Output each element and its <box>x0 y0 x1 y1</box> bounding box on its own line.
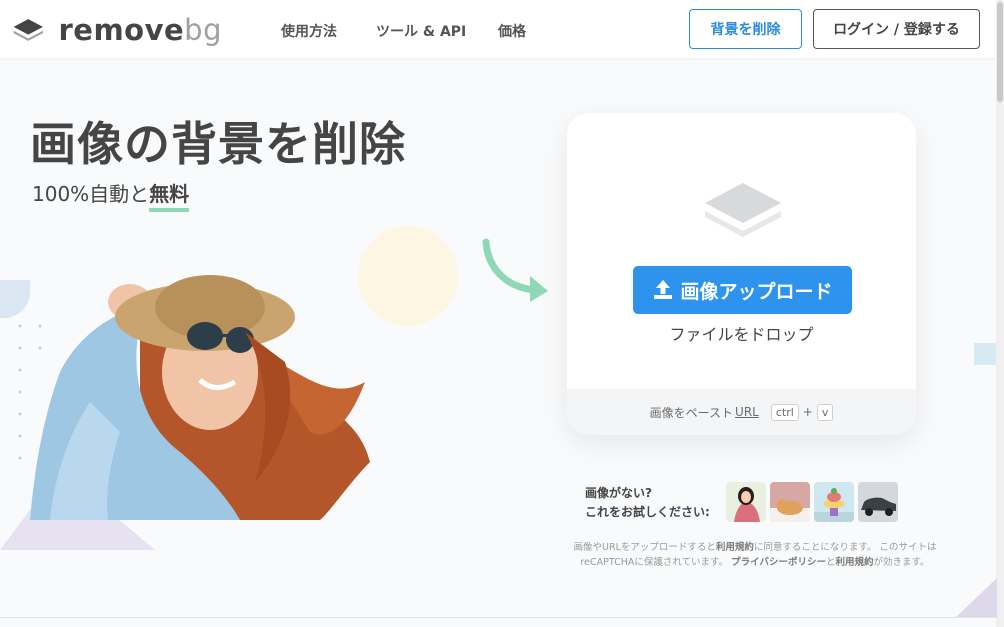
decor-blue-shape <box>0 280 30 318</box>
upload-card[interactable]: 画像アップロード ファイルをドロップ 画像をペースト URL ctrl + v <box>567 113 916 435</box>
samples-label: 画像がない? これをお試しください: <box>585 484 710 522</box>
sample-thumb-cat[interactable] <box>770 482 810 522</box>
page-scrollbar[interactable] <box>996 0 1004 627</box>
hero-woman-photo <box>30 275 370 520</box>
upload-image-button[interactable]: 画像アップロード <box>633 266 852 314</box>
decor-purple-triangle-right <box>955 578 997 618</box>
sample-thumb-car[interactable] <box>858 482 898 522</box>
upload-button-label: 画像アップロード <box>680 280 833 303</box>
layers-logo-icon <box>13 19 43 41</box>
kbd-v: v <box>816 403 834 421</box>
terms-line2: reCAPTCHAに保護されています。 プライバシーポリシーと利用規約が効きます… <box>580 557 930 568</box>
image-layers-icon <box>705 183 781 237</box>
section-divider <box>0 617 996 618</box>
remove-background-button[interactable]: 背景を削除 <box>689 9 802 49</box>
paste-area: 画像をペースト URL ctrl + v <box>567 389 916 435</box>
removebg-logo[interactable]: removebg <box>12 13 222 47</box>
green-arrow-icon <box>482 238 548 302</box>
sample-thumb-cake[interactable] <box>814 482 854 522</box>
top-header: removebg 使用方法 ツール & API 価格 背景を削除 ログイン / … <box>0 0 996 58</box>
login-register-button[interactable]: ログイン / 登録する <box>813 9 980 49</box>
logo-text: removebg <box>58 13 222 47</box>
scrollbar-thumb[interactable] <box>997 2 1003 102</box>
nav-how-to-use[interactable]: 使用方法 <box>281 21 337 41</box>
samples-line2: これをお試しください: <box>585 505 710 519</box>
hero-title: 画像の背景を削除 <box>30 117 406 171</box>
drop-file-text: ファイルをドロップ <box>669 325 814 344</box>
decor-blue-square <box>974 343 996 365</box>
paste-label: 画像をペースト <box>649 405 734 420</box>
subtitle-free-highlight: 無料 <box>149 182 190 212</box>
paste-url-link[interactable]: URL <box>735 405 759 419</box>
upload-icon <box>654 280 673 299</box>
terms-link[interactable]: 利用規約 <box>716 542 754 553</box>
nav-pricing[interactable]: 価格 <box>498 21 526 41</box>
samples-line1: 画像がない? <box>585 486 652 500</box>
kbd-plus: + <box>802 405 813 419</box>
hero-subtitle: 100%自動と無料 <box>32 178 190 212</box>
nav-tools-api[interactable]: ツール & API <box>376 21 466 41</box>
kbd-ctrl: ctrl <box>770 403 799 421</box>
sample-thumb-woman[interactable] <box>726 482 766 522</box>
subtitle-prefix: 100%自動と <box>32 182 150 206</box>
terms-link-2[interactable]: 利用規約 <box>835 557 873 568</box>
terms-line1: 画像やURLをアップロードすると利用規約に同意することになります。 このサイトは <box>573 542 937 553</box>
privacy-policy-link[interactable]: プライバシーポリシー <box>731 557 826 568</box>
terms-notice: 画像やURLをアップロードすると利用規約に同意することになります。 このサイトは… <box>555 540 955 570</box>
